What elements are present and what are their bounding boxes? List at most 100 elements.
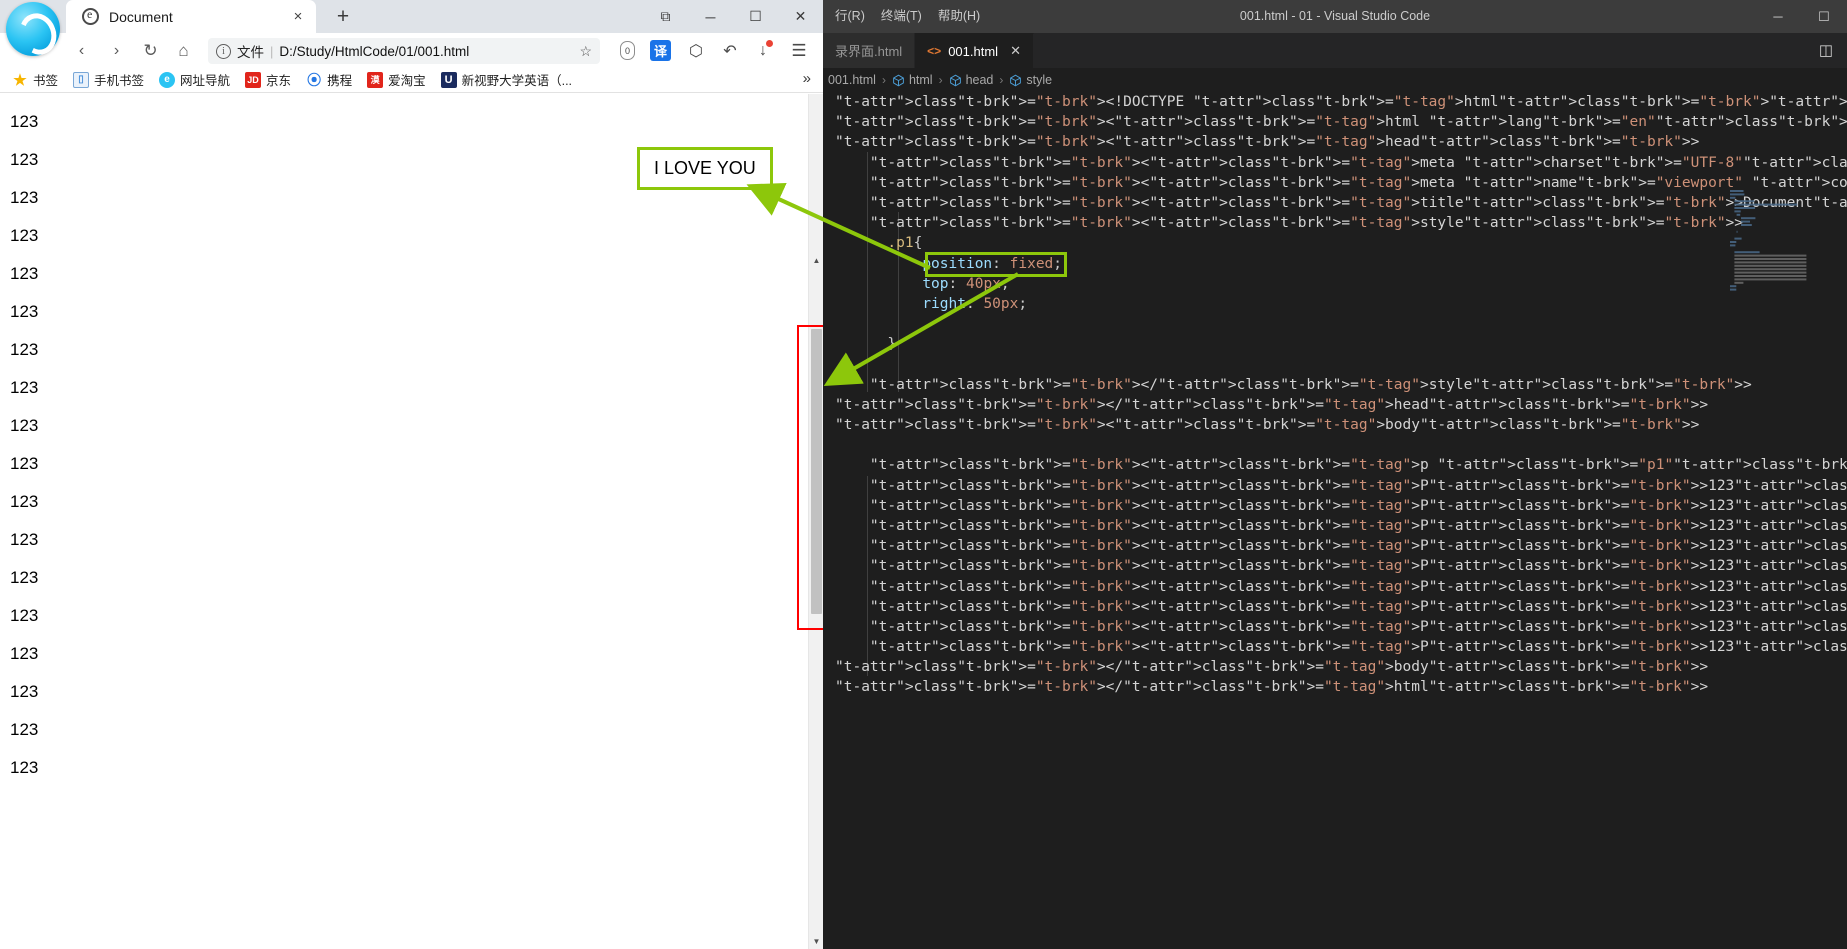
code-line[interactable]: "t-attr">class"t-brk">="t-brk"></"t-attr…: [835, 657, 1847, 677]
site-info-icon[interactable]: i: [216, 43, 231, 59]
code-line[interactable]: "t-attr">class"t-brk">="t-brk"><"t-attr"…: [835, 455, 1847, 475]
forward-button[interactable]: ›: [103, 37, 130, 64]
bookmark-label: 手机书签: [94, 74, 145, 88]
close-icon[interactable]: ✕: [1010, 43, 1021, 59]
menu-terminal[interactable]: 终端(T): [873, 0, 930, 33]
page-paragraph: 123: [10, 226, 39, 245]
breadcrumb-label: style: [1026, 73, 1053, 87]
extensions-icon[interactable]: ⬡: [684, 39, 708, 62]
code-line[interactable]: "t-attr">class"t-brk">="t-brk"><"t-attr"…: [835, 153, 1847, 173]
scrollbar-thumb[interactable]: [811, 329, 822, 614]
breadcrumb: 001.html › html › head › style: [823, 68, 1847, 92]
downloads-badge-dot: [766, 40, 773, 47]
page-paragraph: 123: [10, 416, 39, 435]
back-button[interactable]: ‹: [68, 37, 95, 64]
vscode-window: 行(R) 终端(T) 帮助(H) 001.html - 01 - Visual …: [823, 0, 1847, 949]
menu-help[interactable]: 帮助(H): [930, 0, 988, 33]
code-line[interactable]: }: [835, 334, 1847, 354]
code-line[interactable]: "t-attr">class"t-brk">="t-brk"><"t-attr"…: [835, 577, 1847, 597]
menu-run[interactable]: 行(R): [827, 0, 873, 33]
downloads-icon[interactable]: ↓: [751, 39, 775, 62]
code-line[interactable]: "t-attr">class"t-brk">="t-brk"><"t-attr"…: [835, 536, 1847, 556]
bookmark-item[interactable]: 漠 爱淘宝: [367, 70, 426, 89]
bookmark-star-icon[interactable]: ☆: [579, 43, 592, 60]
code-line[interactable]: .p1{: [835, 233, 1847, 253]
breadcrumb-item-html[interactable]: html: [892, 73, 933, 87]
code-line[interactable]: "t-attr">class"t-brk">="t-brk"></"t-attr…: [835, 375, 1847, 395]
breadcrumb-item-file[interactable]: 001.html: [828, 73, 876, 87]
code-line[interactable]: "t-attr">class"t-brk">="t-brk"><"t-attr"…: [835, 173, 1847, 193]
page-paragraph: 123: [10, 682, 39, 701]
scroll-up-arrow-icon[interactable]: ▲: [809, 252, 823, 268]
bookmark-item[interactable]: JD 京东: [245, 70, 291, 89]
rendered-page: 123 123 123 123 123 123 123 123 123 123 123 123 123 1…: [0, 94, 823, 949]
page-paragraph: 123: [10, 340, 39, 359]
code-line[interactable]: "t-attr">class"t-brk">="t-brk"><"t-attr"…: [835, 476, 1847, 496]
scroll-down-arrow-icon[interactable]: ▼: [809, 933, 823, 949]
breadcrumb-item-head[interactable]: head: [949, 73, 993, 87]
code-line[interactable]: right: 50px;: [835, 294, 1847, 314]
page-paragraph: 123: [10, 758, 39, 777]
page-paragraph: 123: [10, 378, 39, 397]
code-line[interactable]: "t-attr">class"t-brk">="t-brk"><"t-attr"…: [835, 132, 1847, 152]
address-bar[interactable]: i 文件 | D:/Study/HtmlCode/01/001.html ☆: [208, 38, 600, 64]
code-line[interactable]: "t-attr">class"t-brk">="t-brk"><"t-attr"…: [835, 556, 1847, 576]
code-line[interactable]: "t-attr">class"t-brk">="t-brk"><"t-attr"…: [835, 597, 1847, 617]
code-line[interactable]: "t-attr">class"t-brk">="t-brk"></"t-attr…: [835, 677, 1847, 697]
code-line[interactable]: top: 40px;: [835, 274, 1847, 294]
breadcrumb-item-style[interactable]: style: [1009, 73, 1052, 87]
bookmark-item[interactable]: ▯ 手机书签: [73, 70, 144, 89]
page-paragraph: 123: [10, 454, 39, 473]
minimize-button[interactable]: ─: [688, 0, 733, 33]
new-tab-button[interactable]: +: [330, 4, 356, 30]
collections-icon[interactable]: ⧉: [643, 0, 688, 33]
code-line[interactable]: position: fixed;: [835, 254, 1847, 274]
history-icon[interactable]: ↶: [718, 39, 742, 62]
vscode-menu-bar: 行(R) 终端(T) 帮助(H): [823, 0, 988, 33]
code-line[interactable]: "t-attr">class"t-brk">="t-brk"><"t-attr"…: [835, 496, 1847, 516]
code-line[interactable]: "t-attr">class"t-brk">="t-brk"><!DOCTYPE…: [835, 92, 1847, 112]
close-window-button[interactable]: ✕: [778, 0, 823, 33]
reload-button[interactable]: ↻: [137, 37, 164, 64]
translate-icon[interactable]: 译: [650, 40, 671, 61]
page-scrollbar[interactable]: ▲ ▼: [808, 94, 823, 949]
omnibox-url-text[interactable]: D:/Study/HtmlCode/01/001.html: [279, 44, 579, 59]
code-line[interactable]: "t-attr">class"t-brk">="t-brk"><"t-attr"…: [835, 213, 1847, 233]
code-line[interactable]: "t-attr">class"t-brk">="t-brk"></"t-attr…: [835, 395, 1847, 415]
browser-tab[interactable]: Document ×: [66, 0, 316, 33]
symbol-cube-icon: [893, 74, 904, 86]
code-line[interactable]: "t-attr">class"t-brk">="t-brk"><"t-attr"…: [835, 112, 1847, 132]
code-line[interactable]: "t-attr">class"t-brk">="t-brk"><"t-attr"…: [835, 516, 1847, 536]
home-button[interactable]: ⌂: [170, 37, 197, 64]
editor-tab-inactive[interactable]: 录界面.html: [823, 33, 916, 68]
bookmarks-overflow-button[interactable]: »: [803, 70, 811, 87]
code-line[interactable]: [835, 435, 1847, 455]
bookmark-item[interactable]: ★ 书签: [12, 70, 58, 89]
code-text[interactable]: "t-attr">class"t-brk">="t-brk"><!DOCTYPE…: [835, 92, 1847, 698]
code-line[interactable]: "t-attr">class"t-brk">="t-brk"><"t-attr"…: [835, 415, 1847, 435]
code-editor[interactable]: "t-attr">class"t-brk">="t-brk"><!DOCTYPE…: [823, 92, 1847, 949]
settings-menu-icon[interactable]: ☰: [787, 39, 811, 62]
code-line[interactable]: "t-attr">class"t-brk">="t-brk"><"t-attr"…: [835, 193, 1847, 213]
bookmark-item[interactable]: e 网址导航: [159, 70, 230, 89]
maximize-button[interactable]: ☐: [733, 0, 778, 33]
bookmark-item[interactable]: U 新视野大学英语（...: [440, 70, 572, 89]
edge-favicon-icon: [82, 7, 99, 25]
omnibox-separator: |: [270, 43, 274, 59]
page-paragraph: 123: [10, 644, 39, 663]
browser-tab-strip: Document × + ⧉ ─ ☐ ✕: [0, 0, 823, 33]
code-line[interactable]: "t-attr">class"t-brk">="t-brk"><"t-attr"…: [835, 637, 1847, 657]
collections-pill-icon[interactable]: 0: [620, 41, 635, 60]
editor-tab-active[interactable]: <> 001.html ✕: [915, 33, 1034, 68]
code-line[interactable]: [835, 314, 1847, 334]
fixed-positioned-box: I LOVE YOU: [637, 147, 773, 190]
vscode-window-controls: ─ ☐: [1755, 0, 1847, 33]
page-paragraph: 123: [10, 302, 39, 321]
vscode-minimize-button[interactable]: ─: [1755, 0, 1801, 33]
code-line[interactable]: "t-attr">class"t-brk">="t-brk"><"t-attr"…: [835, 617, 1847, 637]
bookmark-item[interactable]: ⦿ 携程: [306, 70, 352, 89]
vscode-maximize-button[interactable]: ☐: [1801, 0, 1847, 33]
code-line[interactable]: [835, 354, 1847, 374]
split-editor-icon[interactable]: ◫: [1819, 41, 1833, 59]
close-icon[interactable]: ×: [288, 7, 308, 27]
